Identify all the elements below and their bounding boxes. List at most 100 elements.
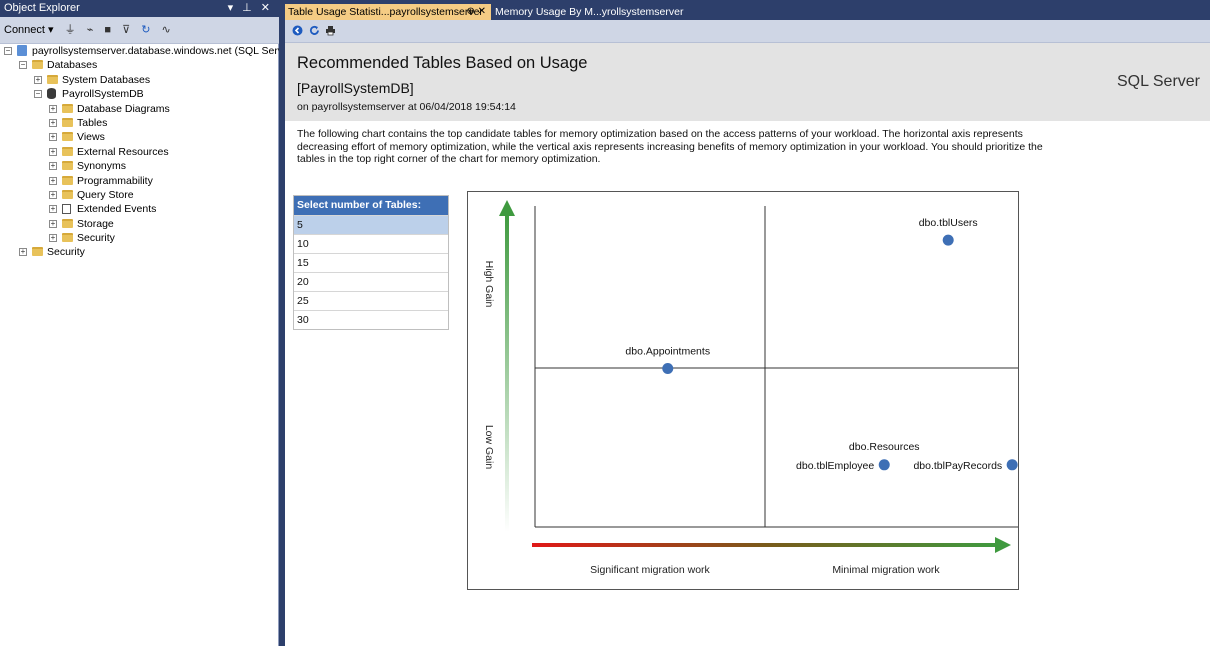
back-icon[interactable] <box>292 25 303 36</box>
data-point[interactable] <box>942 234 954 246</box>
y-axis-label: Low Gain <box>483 425 495 470</box>
tree-node[interactable]: + External Resources <box>0 145 279 159</box>
table-count-option[interactable]: 15 <box>294 253 448 272</box>
table-count-option[interactable]: 25 <box>294 291 448 310</box>
object-explorer-title-bar: Object Explorer ▾ ⊥ ✕ <box>0 0 279 17</box>
expand-icon[interactable]: + <box>49 176 57 185</box>
tab-close-icon[interactable]: ⊕ ✕ <box>466 4 486 20</box>
refresh-icon[interactable]: ↻ <box>141 17 150 43</box>
object-explorer-toolbar: Connect ▾ ⏚ ⌁ ■ ⊽ ↻ ∿ <box>0 17 279 44</box>
tree-node[interactable]: − PayrollSystemDB <box>0 87 279 101</box>
expand-icon[interactable]: + <box>49 162 57 171</box>
tree-node[interactable]: + Programmability <box>0 174 279 188</box>
stop-icon[interactable]: ■ <box>104 17 111 43</box>
tree-node-label: PayrollSystemDB <box>62 88 144 101</box>
server-icon <box>17 45 27 56</box>
refresh-icon[interactable] <box>309 25 320 36</box>
database-icon <box>47 88 56 100</box>
tree-node-label: Security <box>47 246 85 259</box>
tree-node[interactable]: + Synonyms <box>0 159 279 173</box>
tree-node[interactable]: + Security <box>0 245 279 259</box>
data-point[interactable] <box>878 459 890 471</box>
report-server-timestamp: on payrollsystemserver at 06/04/2018 19:… <box>297 101 516 113</box>
expand-icon[interactable]: + <box>49 133 57 142</box>
tab-memory-usage[interactable]: Memory Usage By M...yrollsystemserver <box>492 4 702 20</box>
tree-node-label: Views <box>77 131 105 144</box>
tree-node[interactable]: + Extended Events <box>0 202 279 216</box>
gain-arrow-head <box>499 200 515 216</box>
expand-icon[interactable]: + <box>49 205 57 214</box>
print-icon[interactable] <box>325 25 336 36</box>
expand-icon[interactable]: + <box>49 147 57 156</box>
expand-icon[interactable]: + <box>49 234 57 243</box>
report-description: The following chart contains the top can… <box>297 128 1043 165</box>
tree-node[interactable]: − payrollsystemserver.database.windows.ne… <box>0 44 279 58</box>
folder-icon <box>32 247 43 257</box>
expand-icon[interactable]: + <box>49 219 57 228</box>
tree-node-label: Programmability <box>77 174 153 187</box>
folder-icon <box>62 175 73 185</box>
report-header: Recommended Tables Based on Usage [Payro… <box>285 43 1210 121</box>
report-database-name: [PayrollSystemDB] <box>297 80 414 96</box>
folder-icon <box>62 103 73 113</box>
tree-node-label: System Databases <box>62 73 151 86</box>
tree-node[interactable]: + Database Diagrams <box>0 102 279 116</box>
data-point[interactable] <box>662 363 674 374</box>
tree-node[interactable]: + Storage <box>0 217 279 231</box>
usage-quadrant-chart: High Gain Low Gain Significant migration w… <box>467 191 1019 590</box>
table-count-option[interactable]: 5 <box>294 215 448 234</box>
object-explorer-pane: Object Explorer ▾ ⊥ ✕ Connect ▾ ⏚ ⌁ ■ ⊽ … <box>0 0 279 646</box>
tree-node[interactable]: + Views <box>0 130 279 144</box>
expand-icon[interactable]: + <box>19 248 27 257</box>
tab-label: Memory Usage By M...yrollsystemserver <box>495 6 684 18</box>
expand-icon[interactable]: + <box>34 75 42 84</box>
gain-axis-arrow <box>505 212 509 532</box>
migration-arrow-head <box>995 537 1011 553</box>
connect-plug-icon[interactable]: ⏚ <box>65 17 76 43</box>
tree-node[interactable]: + Query Store <box>0 188 279 202</box>
tree-node-label: Synonyms <box>77 160 127 173</box>
object-explorer-title: Object Explorer <box>4 2 80 14</box>
data-point-label: dbo.tblPayRecords <box>913 460 1002 472</box>
x-axis-label: Minimal migration work <box>832 564 940 576</box>
tree-node-label: Storage <box>77 217 114 230</box>
folder-icon <box>47 74 58 84</box>
table-count-option[interactable]: 20 <box>294 272 448 291</box>
selector-header: Select number of Tables: <box>294 196 448 215</box>
disconnect-icon[interactable]: ⌁ <box>87 17 94 43</box>
document-tab-strip: Table Usage Statisti...payrollsystemserv… <box>285 0 1210 20</box>
tab-table-usage-statistics[interactable]: Table Usage Statisti...payrollsystemserv… <box>285 4 491 20</box>
filter-icon[interactable]: ⊽ <box>122 17 130 43</box>
data-point-label: dbo.tblUsers <box>919 217 978 229</box>
data-point-label: dbo.Appointments <box>625 346 710 358</box>
collapse-icon[interactable]: − <box>19 61 27 70</box>
table-count-option[interactable]: 30 <box>294 310 448 329</box>
product-name: SQL Server <box>1117 73 1200 90</box>
tree-node-label: Query Store <box>77 188 134 201</box>
connect-button[interactable]: Connect ▾ <box>4 24 54 36</box>
pane-window-actions[interactable]: ▾ ⊥ ✕ <box>228 0 273 17</box>
table-count-option[interactable]: 10 <box>294 234 448 253</box>
object-explorer-tree: − payrollsystemserver.database.windows.ne… <box>0 44 279 260</box>
tree-node[interactable]: + System Databases <box>0 73 279 87</box>
folder-icon <box>62 117 73 127</box>
activity-monitor-icon[interactable]: ∿ <box>162 17 171 43</box>
tree-node-label: Extended Events <box>77 203 157 216</box>
data-point[interactable] <box>1006 459 1018 471</box>
tree-node-label: payrollsystemserver.database.windows.net… <box>32 45 279 57</box>
tree-node-label: Database Diagrams <box>77 102 170 115</box>
tree-node[interactable]: + Tables <box>0 116 279 130</box>
folder-icon <box>62 132 73 142</box>
tree-node-label: Databases <box>47 59 98 72</box>
tree-node-label: Security <box>77 232 115 245</box>
data-point-label: dbo.tblEmployee <box>796 460 874 472</box>
extended-events-icon <box>62 204 71 215</box>
expand-icon[interactable]: + <box>49 104 57 113</box>
tree-node[interactable]: − Databases <box>0 58 279 72</box>
collapse-icon[interactable]: − <box>4 47 12 55</box>
collapse-icon[interactable]: − <box>34 90 42 99</box>
expand-icon[interactable]: + <box>49 190 57 199</box>
expand-icon[interactable]: + <box>49 118 57 127</box>
folder-icon <box>62 233 73 243</box>
tree-node[interactable]: + Security <box>0 231 279 245</box>
